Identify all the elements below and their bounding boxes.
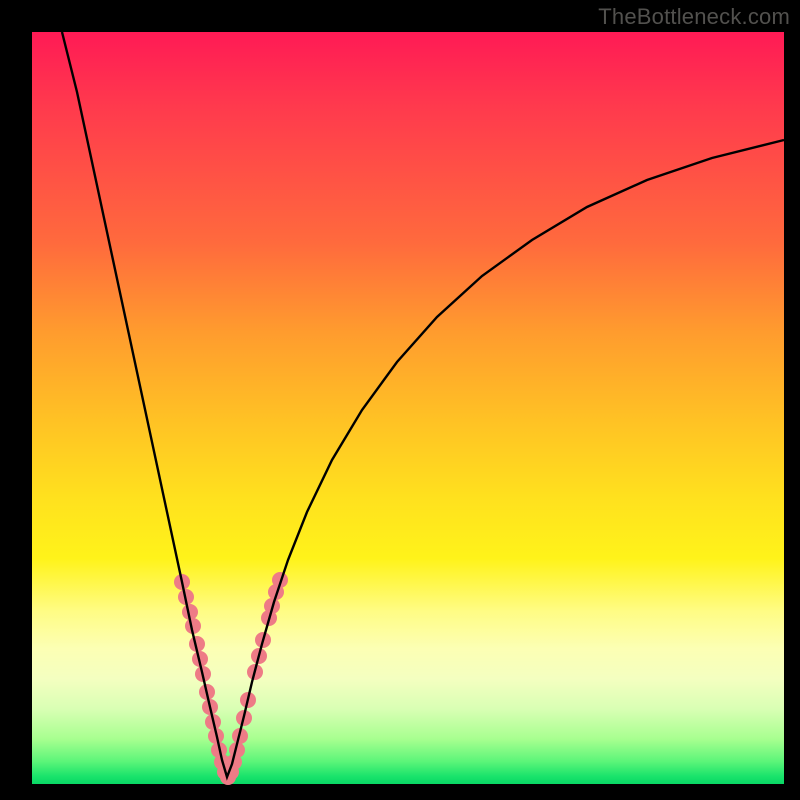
bottleneck-curve: [62, 32, 784, 777]
chart-frame: TheBottleneck.com: [0, 0, 800, 800]
plot-area: [32, 32, 784, 784]
watermark-text: TheBottleneck.com: [598, 4, 790, 30]
curve-layer: [32, 32, 784, 784]
marker-dots: [174, 572, 288, 785]
